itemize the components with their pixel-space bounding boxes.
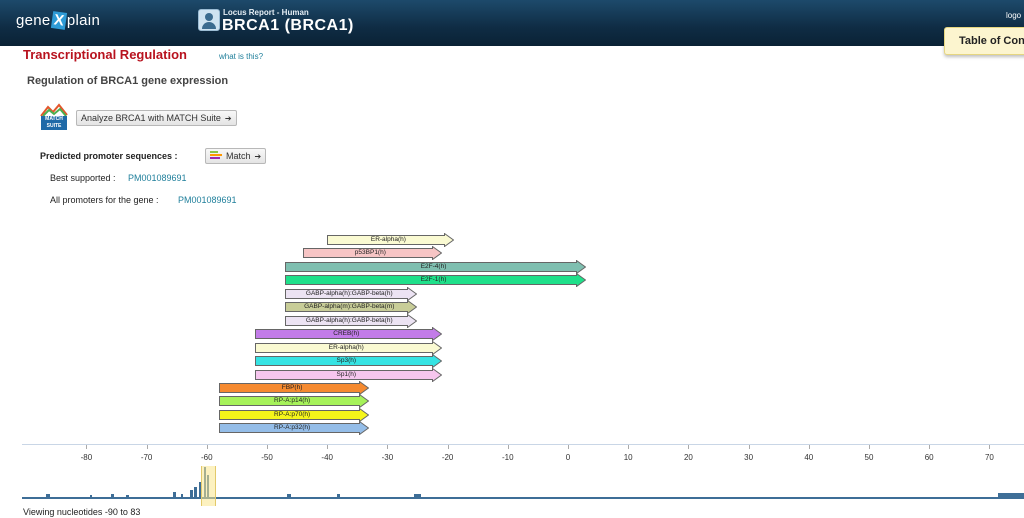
axis-tick-label: 70 [984, 453, 994, 462]
predicted-promoters-label: Predicted promoter sequences : [40, 151, 178, 161]
histogram-bar [998, 493, 1024, 497]
histogram-bar [173, 492, 176, 497]
axis-tick-label: -10 [502, 453, 514, 462]
all-promoters-link[interactable]: PM001089691 [178, 195, 237, 205]
analyze-button-label: Analyze BRCA1 with MATCH Suite [81, 113, 221, 123]
match-suite-logo: MATCH SUITE [40, 103, 68, 131]
histogram-bar [337, 494, 340, 497]
match-suite-tag: MATCH SUITE [41, 116, 67, 130]
genexplain-logo[interactable]: gene Xplain [16, 11, 101, 30]
match-tool-icon [210, 151, 222, 161]
match-button[interactable]: Match ➔ [205, 148, 267, 164]
arrow-right-icon: ➔ [224, 114, 232, 123]
tf-site-label: ER-alpha(h) [328, 343, 364, 351]
toc-label: Table of Con [959, 35, 1024, 47]
logout-link[interactable]: logo [1006, 11, 1021, 20]
analyze-with-match-suite-button[interactable]: Analyze BRCA1 with MATCH Suite ➔ [76, 110, 237, 126]
axis-tick-label: 60 [924, 453, 934, 462]
table-of-contents-button[interactable]: Table of Con [944, 27, 1024, 55]
axis-tick [628, 445, 630, 449]
histogram-bar [126, 495, 129, 497]
tf-site-label: GABP-alpha(h):GABP-beta(h) [305, 289, 393, 297]
match-button-label: Match [226, 151, 251, 161]
axis-tick [989, 445, 991, 449]
histogram-bar [111, 494, 114, 497]
match-logo-line1: MATCH [45, 116, 63, 122]
axis-tick [327, 445, 329, 449]
histogram-bar [194, 487, 197, 497]
histogram-bar [414, 494, 421, 497]
top-header-bar: gene Xplain Locus Report - Human BRCA1 (B… [0, 0, 1024, 46]
mountain-icon [40, 103, 68, 117]
section-title: Transcriptional Regulation [23, 47, 187, 62]
axis-tick-label: 0 [565, 453, 571, 462]
axis-tick [146, 445, 148, 449]
arrow-right-icon: ➔ [254, 152, 262, 161]
histogram-bar [190, 490, 193, 497]
regulation-heading: Regulation of BRCA1 gene expression [27, 75, 229, 87]
axis-tick [206, 445, 208, 449]
tf-site-label: RP-A:p70(h) [274, 410, 311, 418]
tf-site-label: RP-A:p32(h) [274, 424, 311, 432]
histogram-bar [287, 494, 291, 497]
axis-tick-label: 40 [804, 453, 814, 462]
logo-text-left: gene [16, 12, 51, 29]
axis-tick [267, 445, 268, 449]
tf-site-label: GABP-alpha(m):GABP-beta(m) [304, 303, 395, 311]
tf-site-label: ER-alpha(h) [370, 236, 406, 243]
histogram-bar [90, 495, 92, 497]
axis-tick [869, 445, 870, 449]
tf-site-label: p53BP1(h) [354, 249, 386, 257]
all-promoters-label: All promoters for the gene : [50, 195, 159, 205]
viewing-range-text: Viewing nucleotides -90 to 83 [23, 507, 141, 517]
histogram-baseline [22, 497, 1024, 499]
axis-tick-label: 30 [744, 453, 754, 462]
tf-site-label: CREB(h) [333, 330, 360, 338]
axis-tick [929, 445, 931, 449]
axis-tick-label: -70 [140, 453, 153, 462]
tf-site-label: Sp1(h) [336, 370, 357, 378]
axis-tick [447, 445, 449, 449]
axis-tick [748, 445, 750, 449]
user-icon [198, 9, 220, 31]
tf-site-label: E2F-4(h) [420, 262, 447, 270]
logo-x-mark: X [50, 11, 68, 30]
tf-site-label: FBP(h) [281, 383, 303, 391]
axis-tick-label: 20 [683, 453, 693, 462]
view-window-handle[interactable] [201, 466, 216, 506]
axis-tick [507, 445, 509, 449]
axis-tick-label: -60 [201, 453, 213, 462]
tf-site-label: E2F-1(h) [420, 276, 447, 284]
axis-tick-label: -50 [261, 453, 273, 462]
tf-site-label: Sp3(h) [336, 357, 357, 365]
best-supported-label: Best supported : [50, 173, 116, 183]
logo-text-right: plain [66, 12, 101, 29]
axis-tick-label: 50 [864, 453, 874, 462]
axis-tick [688, 445, 690, 449]
axis-tick-label: 10 [623, 453, 633, 462]
tf-site-label: RP-A:p14(h) [274, 397, 311, 405]
axis-tick [568, 445, 569, 449]
axis-tick-label: -40 [321, 453, 333, 462]
what-is-this-link[interactable]: what is this? [219, 52, 263, 61]
axis-tick-label: -20 [441, 453, 454, 462]
axis-tick-label: -30 [381, 453, 394, 462]
histogram-bar [46, 494, 50, 497]
best-supported-promoter-link[interactable]: PM001089691 [128, 173, 187, 183]
match-logo-line2: SUITE [46, 123, 62, 129]
axis-tick [387, 445, 389, 449]
page-title: BRCA1 (BRCA1) [222, 17, 354, 34]
position-axis [22, 444, 1024, 445]
axis-tick [86, 445, 88, 449]
axis-tick [808, 445, 810, 449]
tf-site-label: GABP-alpha(h):GABP-beta(h) [305, 316, 393, 324]
report-subtitle: Locus Report - Human [223, 8, 309, 17]
histogram-bar [181, 494, 183, 497]
axis-tick-label: -80 [80, 453, 93, 462]
